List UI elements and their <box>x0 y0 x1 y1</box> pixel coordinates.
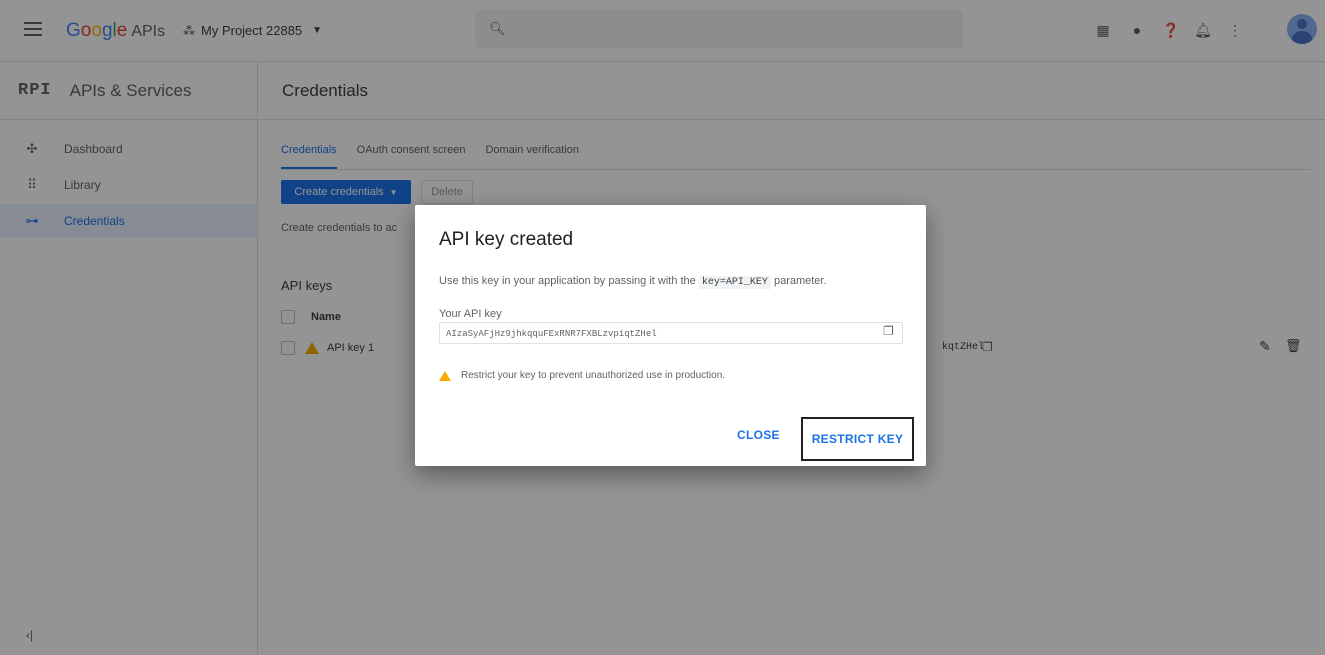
api-key-field-label: Your API key <box>439 308 502 320</box>
close-button[interactable]: CLOSE <box>737 428 780 442</box>
api-key-field[interactable] <box>439 322 903 344</box>
dialog-description: Use this key in your application by pass… <box>439 275 827 289</box>
param-code: key=API_KEY <box>698 276 771 289</box>
warning-icon <box>439 370 451 381</box>
copy-icon[interactable]: ❐ <box>883 324 894 338</box>
dialog-title: API key created <box>439 229 574 250</box>
restrict-key-button[interactable]: RESTRICT KEY <box>801 417 914 461</box>
api-key-created-dialog: API key created Use this key in your app… <box>415 205 926 466</box>
api-key-input[interactable] <box>446 326 866 342</box>
restrict-warning: Restrict your key to prevent unauthorize… <box>439 370 725 381</box>
